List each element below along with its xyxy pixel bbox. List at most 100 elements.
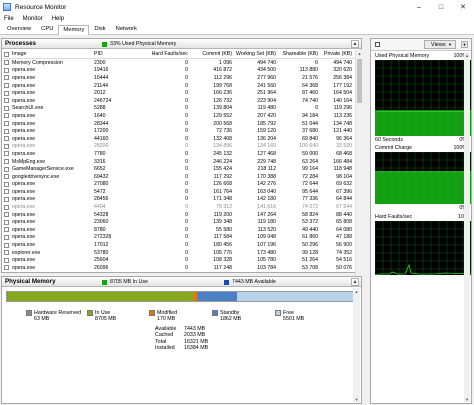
table-row[interactable]: explorer.exe 53780 0 105 776 173 480 99 128 74… [3,249,355,257]
row-checkbox[interactable] [3,242,9,248]
row-checkbox[interactable] [3,212,9,218]
cell-image: opera.exe [12,74,36,81]
table-row[interactable]: opera.exe 44160 0 132 408 136 204 69 840 96 36… [3,135,355,143]
table-row[interactable]: opera.exe 54328 0 119 200 147 264 58 824 88 44… [3,211,355,219]
table-row[interactable]: opera.exe 21144 0 199 768 241 560 64 368 177 1… [3,82,355,90]
table-row[interactable]: opera.exe 4404 0 79 312 141 616 74 072 67 544 [3,203,355,211]
row-checkbox[interactable] [3,143,9,149]
row-checkbox[interactable] [3,159,9,165]
column-header-pid[interactable]: PID [94,51,138,57]
row-checkbox[interactable] [3,75,9,81]
table-row[interactable]: opera.exe 5472 0 161 764 163 040 95 644 67 396 [3,188,355,196]
column-header-image[interactable]: Image [12,51,94,57]
tab-disk[interactable]: Disk [89,24,110,34]
table-row[interactable]: opera.exe 2012 0 166 236 251 964 87 460 164 50… [3,89,355,97]
row-checkbox[interactable] [3,83,9,89]
row-checkbox[interactable] [3,166,9,172]
tab-overview[interactable]: Overview [2,24,36,34]
scroll-up-icon[interactable]: ▲ [353,288,360,295]
row-checkbox[interactable] [3,98,9,104]
menu-monitor[interactable]: Monitor [21,16,43,22]
row-checkbox[interactable] [3,60,9,66]
table-row[interactable]: opera.exe 8780 0 55 580 113 520 49 440 64 080 [3,226,355,234]
scroll-up-icon[interactable]: ▲ [464,52,470,59]
table-row[interactable]: opera.exe 23060 0 139 348 119 180 53 372 65 80… [3,218,355,226]
row-checkbox[interactable] [3,257,9,263]
row-checkbox[interactable] [3,136,9,142]
table-row[interactable]: opera.exe 28344 0 200 568 185 792 51 044 134 7… [3,120,355,128]
scroll-thumb[interactable] [357,59,362,103]
row-checkbox[interactable] [3,189,9,195]
cell-priv: 67 396 [336,188,352,195]
collapse-pane-icon[interactable] [375,42,380,47]
cell-priv: 56 900 [336,242,352,249]
row-checkbox[interactable] [3,181,9,187]
maximize-button[interactable]: □ [430,0,452,14]
row-checkbox[interactable] [3,121,9,127]
cell-commit: 72 736 [216,128,232,135]
table-row[interactable]: opera.exe 28200 0 134 896 134 160 100 640 33 5… [3,143,355,151]
select-all-checkbox[interactable] [3,51,9,57]
table-row[interactable]: GameManagerService.exe 6652 0 155 424 218 11… [3,165,355,173]
column-header-shareable[interactable]: Shareable (KB) [279,51,321,57]
table-row[interactable]: opera.exe 246724 0 126 732 223 904 74 740 140 … [3,97,355,105]
table-row[interactable]: MsMpEng.exe 3316 0 246 224 229 748 63 264 166 … [3,158,355,166]
table-row[interactable]: SearchUI.exe 5288 0 139 804 119 480 0 119 296 [3,105,355,113]
tab-network[interactable]: Network [111,24,142,34]
table-row[interactable]: opera.exe 17200 0 72 736 159 120 37 680 121 44… [3,127,355,135]
processes-header[interactable]: Processes 33% Used Physical Memory ▲ [2,39,361,49]
table-row[interactable]: opera.exe 26096 0 117 248 103 784 53 708 50 07… [3,264,355,272]
table-row[interactable]: opera.exe 7780 0 245 132 127 468 59 000 68 468 [3,150,355,158]
collapse-icon[interactable]: ▲ [351,278,359,286]
row-checkbox[interactable] [3,105,9,111]
row-checkbox[interactable] [3,196,9,202]
table-row[interactable]: googledrivesync.exe 69432 0 117 292 170 388 7… [3,173,355,181]
column-header-private[interactable]: Private (KB) [321,51,355,57]
column-header-hard-faults[interactable]: Hard Faults/sec [138,51,191,57]
graphs-scrollbar[interactable]: ▲ ▼ [464,52,470,403]
row-checkbox[interactable] [3,265,9,271]
row-checkbox[interactable] [3,227,9,233]
table-row[interactable]: opera.exe 1640 0 129 552 207 420 94 184 113 23… [3,112,355,120]
row-checkbox[interactable] [3,128,9,134]
processes-scrollbar[interactable]: ▲ ▼ [355,50,362,309]
tab-cpu[interactable]: CPU [36,24,58,34]
row-checkbox[interactable] [3,250,9,256]
table-row[interactable]: opera.exe 27080 0 126 668 142 276 72 644 69 63… [3,181,355,189]
options-icon[interactable]: ▼ [461,41,468,48]
menu-help[interactable]: Help [50,16,64,22]
collapse-icon[interactable]: ▲ [351,40,359,48]
scroll-up-icon[interactable]: ▲ [356,50,363,57]
table-row[interactable]: opera.exe 17012 0 180 456 107 196 50 296 56 90… [3,241,355,249]
row-checkbox[interactable] [3,204,9,210]
column-header-commit[interactable]: Commit (KB) [191,51,235,57]
menu-file[interactable]: File [2,16,14,22]
scroll-down-icon[interactable]: ▼ [353,396,360,403]
table-row[interactable]: opera.exe 272328 0 117 584 109 048 61 860 47 1… [3,234,355,242]
row-checkbox[interactable] [3,151,9,157]
row-checkbox[interactable] [3,234,9,240]
memory-usage-bar [6,291,355,302]
column-header-working-set[interactable]: Working Set (KB) [235,51,279,57]
physical-memory-scrollbar[interactable]: ▲ ▼ [353,288,360,403]
row-checkbox[interactable] [3,174,9,180]
row-checkbox[interactable] [3,113,9,119]
minimize-button[interactable]: – [408,0,430,14]
table-row[interactable]: opera.exe 25604 0 108 328 105 780 51 264 54 51… [3,256,355,264]
tab-memory[interactable]: Memory [58,25,90,35]
views-button[interactable]: Views ▼ [424,40,456,49]
table-row[interactable]: opera.exe 16444 0 112 296 277 960 21 576 256 3… [3,74,355,82]
row-checkbox[interactable] [3,67,9,73]
table-row[interactable]: opera.exe 19416 0 416 872 434 500 113 880 320 … [3,67,355,75]
row-checkbox[interactable] [3,90,9,96]
row-checkbox[interactable] [3,219,9,225]
scroll-down-icon[interactable]: ▼ [464,396,470,403]
cell-pid: 28456 [94,196,109,203]
table-row[interactable]: Memory Compression 2300 0 1 096 494 740 0 494 … [3,59,355,67]
summary-value: 16384 MB [184,345,209,352]
cell-commit: 245 132 [213,150,232,157]
processes-summary: 33% Used Physical Memory [110,41,177,47]
physical-memory-header[interactable]: Physical Memory 8705 MB In Use 7443 MB A… [2,277,361,287]
table-row[interactable]: opera.exe 28456 0 171 348 142 180 77 336 64 84… [3,196,355,204]
close-button[interactable]: ✕ [452,0,474,14]
